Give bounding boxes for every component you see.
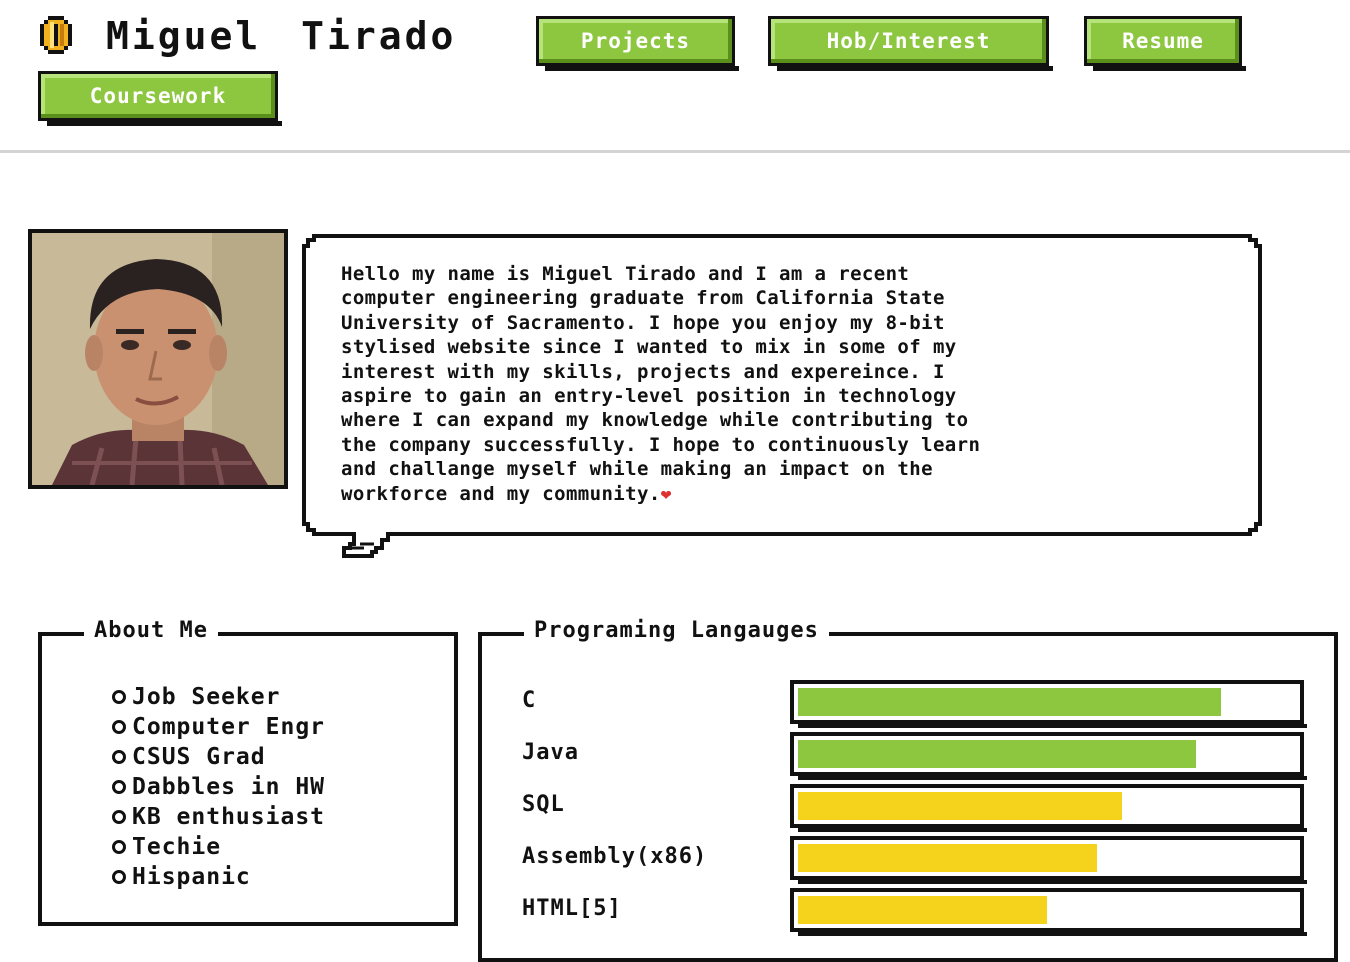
- skill-bar: [790, 836, 1307, 884]
- language-row: C: [482, 680, 1342, 738]
- skill-bar: [790, 680, 1307, 728]
- site-header: Miguel Tirado Projects Hob/Interest Resu…: [0, 0, 1350, 152]
- nav-hobbies-button[interactable]: Hob/Interest: [768, 16, 1053, 71]
- about-me-panel: About Me Job Seeker Computer Engr CSUS G…: [38, 618, 458, 926]
- profile-photo: [28, 229, 288, 489]
- list-item: Job Seeker: [112, 682, 325, 712]
- bio-text: Hello my name is Miguel Tirado and I am …: [341, 262, 1241, 507]
- bio-body: Hello my name is Miguel Tirado and I am …: [341, 263, 981, 505]
- language-label: HTML[5]: [522, 896, 622, 921]
- nav-projects-button[interactable]: Projects: [536, 16, 739, 71]
- header-divider: [0, 150, 1350, 153]
- list-item: Computer Engr: [112, 712, 325, 742]
- speech-bubble: Hello my name is Miguel Tirado and I am …: [300, 230, 1266, 564]
- skill-bar-fill: [798, 688, 1221, 716]
- circle-bullet-icon: [112, 840, 126, 854]
- circle-bullet-icon: [112, 870, 126, 884]
- language-row: SQL: [482, 784, 1342, 842]
- language-row: Java: [482, 732, 1342, 790]
- list-item: Dabbles in HW: [112, 772, 325, 802]
- list-item: Hispanic: [112, 862, 325, 892]
- languages-panel: Programing Langauges C Java SQL Assembly…: [478, 618, 1338, 962]
- language-label: Assembly(x86): [522, 844, 708, 869]
- heart-icon: ❤: [660, 483, 672, 505]
- skill-bar-fill: [798, 896, 1047, 924]
- about-me-title: About Me: [84, 618, 218, 643]
- about-me-list: Job Seeker Computer Engr CSUS Grad Dabbl…: [112, 682, 325, 892]
- language-label: C: [522, 688, 537, 713]
- circle-bullet-icon: [112, 780, 126, 794]
- coin-icon: [40, 16, 72, 54]
- skill-bar-fill: [798, 740, 1196, 768]
- site-title: Miguel Tirado: [106, 14, 457, 58]
- skill-bar-fill: [798, 844, 1097, 872]
- skill-bar: [790, 888, 1307, 936]
- languages-title: Programing Langauges: [524, 618, 829, 643]
- language-row: HTML[5]: [482, 888, 1342, 946]
- circle-bullet-icon: [112, 690, 126, 704]
- language-label: Java: [522, 740, 579, 765]
- circle-bullet-icon: [112, 750, 126, 764]
- language-label: SQL: [522, 792, 565, 817]
- nav-resume-button[interactable]: Resume: [1084, 16, 1246, 71]
- circle-bullet-icon: [112, 810, 126, 824]
- language-row: Assembly(x86): [482, 836, 1342, 894]
- list-item: CSUS Grad: [112, 742, 325, 772]
- circle-bullet-icon: [112, 720, 126, 734]
- skill-bar: [790, 784, 1307, 832]
- nav-coursework-button[interactable]: Coursework: [38, 71, 282, 126]
- skill-bar-fill: [798, 792, 1122, 820]
- list-item: KB enthusiast: [112, 802, 325, 832]
- list-item: Techie: [112, 832, 325, 862]
- skill-bar: [790, 732, 1307, 780]
